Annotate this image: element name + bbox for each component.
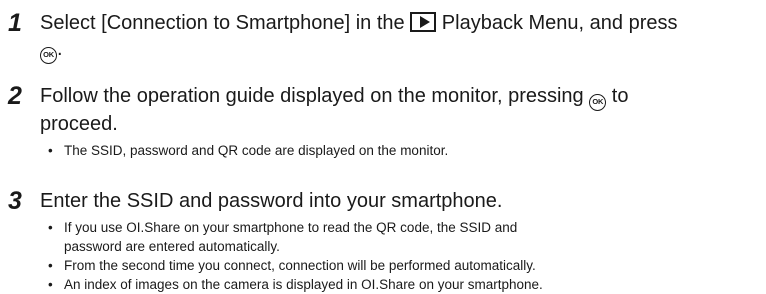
bullet-dot: • [48,258,53,273]
step-number: 3 [8,187,22,215]
list-item: • If you use OI.Share on your smartphone … [48,218,762,237]
list-item: password are entered automatically. [48,237,762,256]
step-text: Enter the SSID and password into your sm… [40,190,503,212]
bullet-text: An index of images on the camera is disp… [64,277,543,292]
bullet-text: If you use OI.Share on your smartphone t… [64,220,518,235]
step-text-part: Select [Connection to Smartphone] in the [40,12,405,34]
bullet-dot: • [48,220,53,235]
step-text: Select [Connection to Smartphone] in the… [40,10,762,64]
step-text: Follow the operation guide displayed on … [40,83,762,137]
list-item: • The SSID, password and QR code are disp… [48,141,762,160]
ok-button-icon: OK [589,94,607,111]
list-item: • An index of images on the camera is dis… [48,275,762,294]
bullet-dot: • [48,277,53,292]
bullet-list: • The SSID, password and QR code are disp… [48,141,762,160]
step-number: 2 [8,82,22,110]
step-text-part: . [57,38,63,60]
step-text-part: to [611,85,629,107]
playback-icon [410,12,437,32]
bullet-text: From the second time you connect, connec… [64,258,536,273]
step-text-part: Playback Menu, and press [441,12,678,34]
step-number: 1 [8,9,22,37]
ok-button-icon: OK [40,47,57,64]
step-text-part: proceed. [40,113,118,135]
list-item: • From the second time you connect, conne… [48,256,762,275]
bullet-text: The SSID, password and QR code are displ… [64,143,449,158]
bullet-dot: • [48,143,53,158]
step-text-part: Follow the operation guide displayed on … [40,85,584,107]
bullet-list: • If you use OI.Share on your smartphone … [48,218,762,294]
bullet-text: password are entered automatically. [64,239,280,254]
